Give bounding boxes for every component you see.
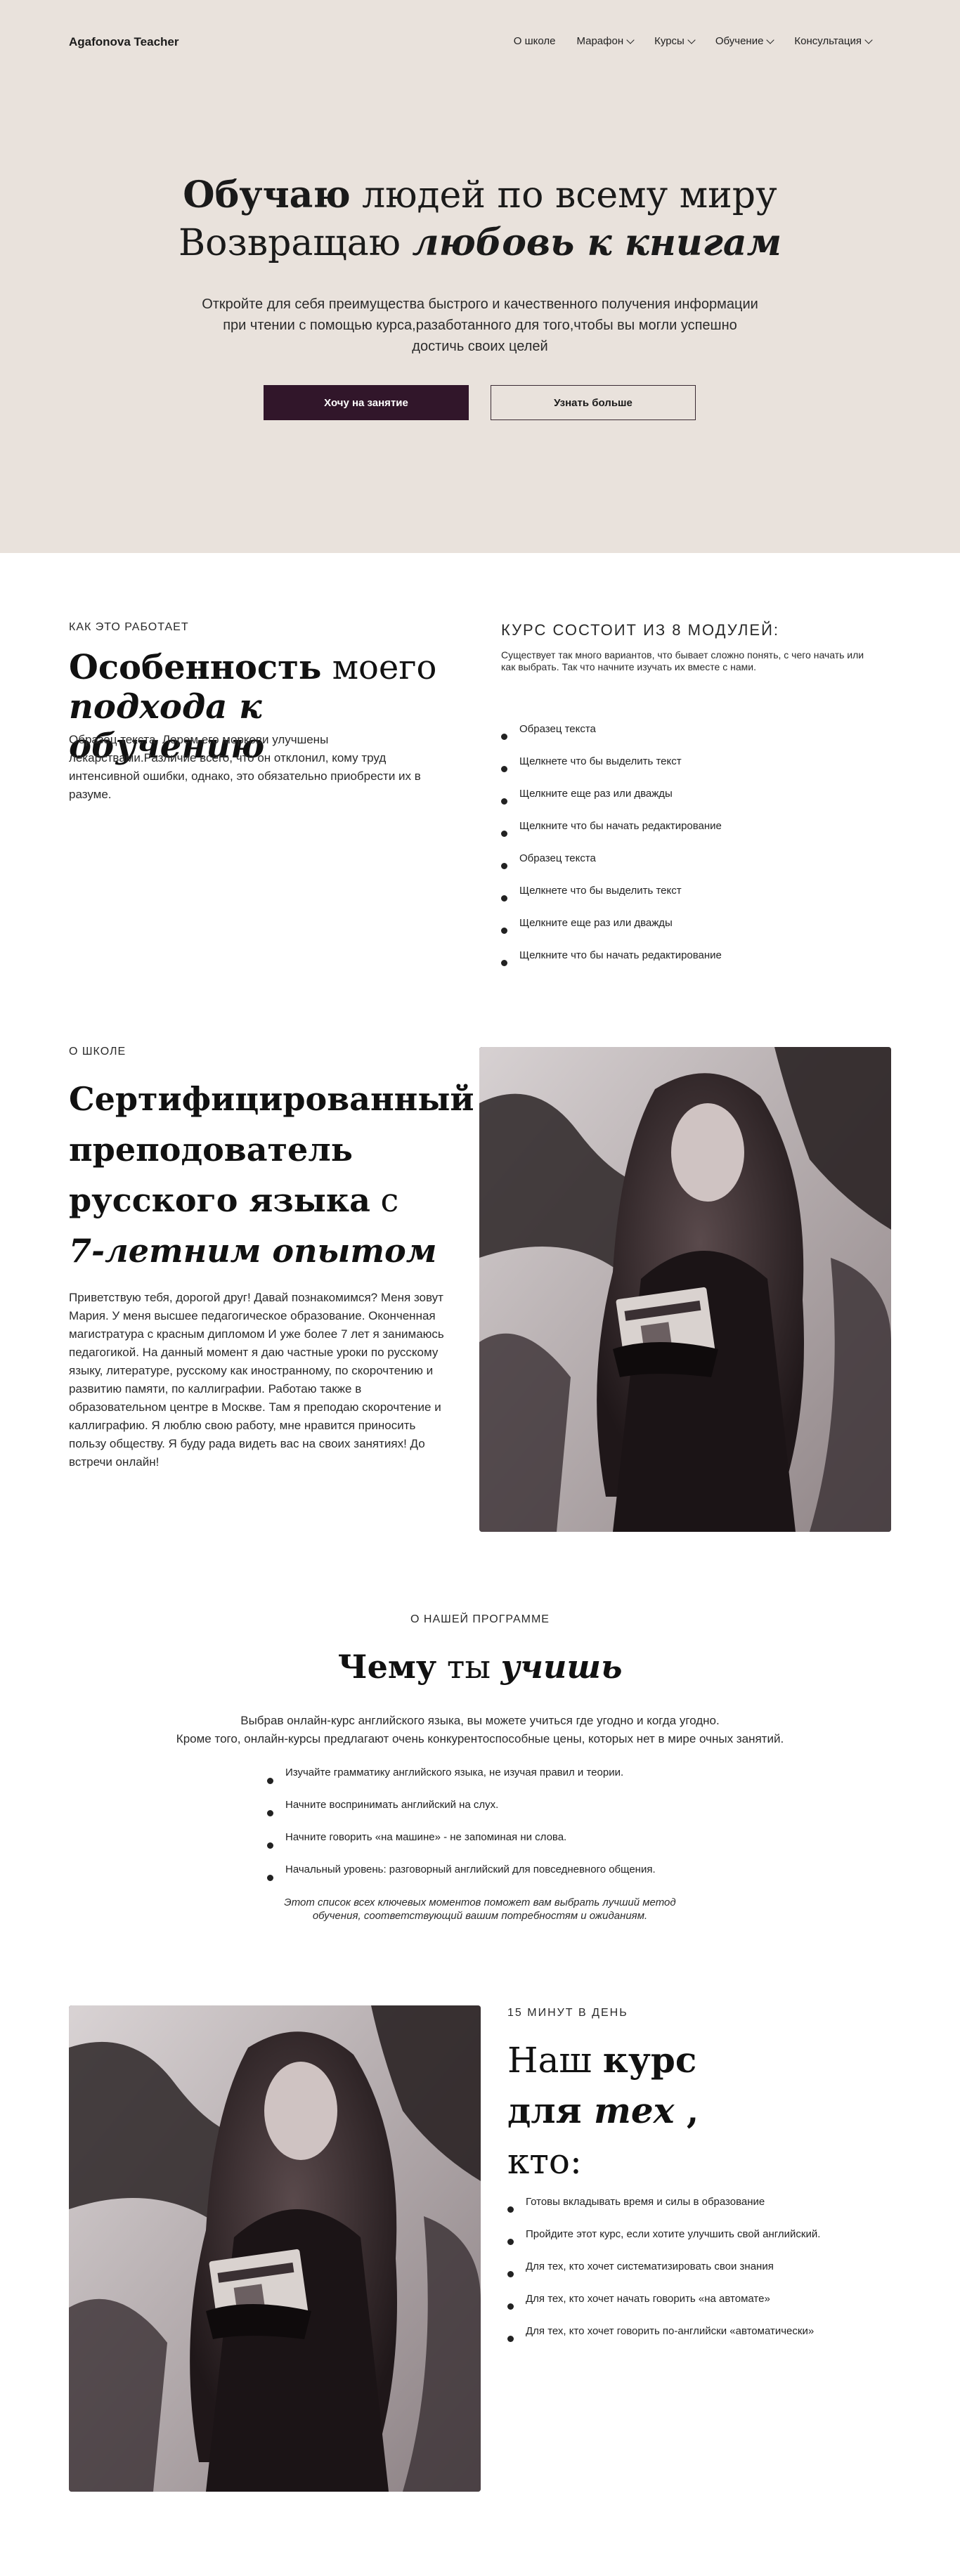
brand-logo[interactable]: Agafonova Teacher (69, 35, 179, 49)
list-item: Изучайте грамматику английского языка, н… (267, 1765, 717, 1797)
school-text: Приветствую тебя, дорогой друг! Давай по… (69, 1291, 444, 1469)
list-item: Начните воспринимать английский на слух. (267, 1797, 717, 1830)
nav-item-marathon[interactable]: Марафон (576, 35, 635, 47)
nav-label: Курсы (654, 35, 685, 47)
list-item: Для тех, кто хочет говорить по-английски… (507, 2323, 901, 2355)
nav-label: Обучение (715, 35, 764, 47)
school-title-italic: 7-летним опытом (69, 1232, 437, 1270)
list-item: Начальный уровень: разговорный английски… (267, 1862, 717, 1894)
how-text: Образец текста. Лорем его моркови улучше… (69, 733, 421, 801)
audience-title-part: Наш (507, 2040, 603, 2081)
how-eyebrow: Как это работает (69, 621, 189, 633)
modules-list: Образец текста Щелкнете что бы выделить … (501, 721, 895, 980)
hero-title-line2: Возвращаю любовь к книгам (0, 221, 960, 266)
list-item: Щелкнете что бы выделить текст (501, 753, 895, 786)
program-title-italic: учишь (500, 1648, 623, 1686)
modules-heading: Курс состоит из 8 модулей: (501, 621, 780, 639)
school-eyebrow: О школе (69, 1046, 127, 1058)
teacher-photo-image (479, 1047, 891, 1532)
nav-label: О школе (513, 35, 556, 47)
program-eyebrow: О нашей программе (410, 1613, 550, 1625)
list-item: Пройдите этот курс, если хотите улучшить… (507, 2226, 901, 2258)
nav-item-school[interactable]: О школе (514, 35, 556, 47)
list-item: Щелкните еще раз или дважды (501, 915, 895, 947)
audience-list: Готовы вкладывать время и силы в образов… (507, 2194, 901, 2355)
list-item: Щелкнете что бы выделить текст (501, 883, 895, 915)
hero-title-start: Возвращаю (178, 222, 413, 264)
teacher-photo-2 (69, 2005, 481, 2492)
program-intro: Выбрав онлайн-курс английского языка, вы… (0, 1712, 960, 1748)
nav-item-consultation[interactable]: Консультация (794, 35, 873, 47)
chevron-down-icon (626, 35, 635, 44)
nav-label: Марафон (576, 35, 624, 47)
audience-title-bold: курс (602, 2039, 697, 2081)
list-item: Для тех, кто хочет начать говорить «на а… (507, 2291, 901, 2323)
teacher-photo (479, 1047, 891, 1532)
program-intro-line: Выбрав онлайн-курс английского языка, вы… (240, 1714, 720, 1727)
school-title-line: преподователь (69, 1131, 353, 1169)
hero-subtitle: Откройте для себя преимущества быстрого … (202, 297, 758, 354)
program-title: Чему ты учишь (0, 1647, 960, 1686)
nav-label: Консультация (794, 35, 862, 47)
list-item: Готовы вкладывать время и силы в образов… (507, 2194, 901, 2226)
site-header: Agafonova Teacher О школе Марафон Курсы … (0, 0, 960, 84)
audience-title-part: кто: (507, 2141, 582, 2182)
audience-title-italic: тех (593, 2090, 675, 2131)
program-title-bold: Чему (337, 1648, 437, 1686)
school-title: Сертифицированный преподователь русского… (69, 1074, 476, 1276)
teacher-photo-image (69, 2005, 481, 2492)
hero-title-bold: Обучаю (183, 174, 351, 216)
main-nav: О школе Марафон Курсы Обучение Консульта… (514, 35, 873, 47)
nav-item-learning[interactable]: Обучение (715, 35, 775, 47)
chevron-down-icon (687, 35, 696, 44)
school-title-tail: с (370, 1181, 399, 1219)
nav-item-courses[interactable]: Курсы (654, 35, 696, 47)
program-intro-line: Кроме того, онлайн-курсы предлагают очен… (176, 1732, 784, 1745)
how-title-rest: моего (321, 648, 437, 687)
modules-intro: Существует так много вариантов, что быва… (501, 649, 864, 672)
hero-title-rest: людей по всему миру (350, 174, 777, 216)
list-item: Начните говорить «на машине» - не запоми… (267, 1830, 717, 1862)
program-note: Этот список всех ключевых моментов помож… (284, 1897, 676, 1922)
list-item: Образец текста (501, 721, 895, 753)
learn-more-button[interactable]: Узнать больше (491, 385, 696, 420)
audience-eyebrow: 15 минут в день (507, 2007, 628, 2019)
school-title-line: русского языка (69, 1181, 370, 1219)
program-title-mid: ты (436, 1648, 501, 1686)
how-title-bold: Особенность (69, 648, 322, 687)
hero-section: Agafonova Teacher О школе Марафон Курсы … (0, 0, 960, 553)
list-item: Щелкните что бы начать редактирование (501, 818, 895, 850)
audience-title-bold: для (507, 2090, 594, 2131)
list-item: Щелкните еще раз или дважды (501, 786, 895, 818)
signup-lesson-button[interactable]: Хочу на занятие (264, 385, 469, 420)
audience-title: Наш курс для тех , кто: (507, 2035, 803, 2187)
list-item: Образец текста (501, 850, 895, 883)
list-item: Для тех, кто хочет систематизировать сво… (507, 2258, 901, 2291)
school-title-line: Сертифицированный (69, 1080, 474, 1118)
list-item: Щелкните что бы начать редактирование (501, 947, 895, 980)
chevron-down-icon (766, 35, 775, 44)
chevron-down-icon (864, 35, 873, 44)
program-list: Изучайте грамматику английского языка, н… (267, 1765, 717, 1894)
hero-title-line1: Обучаю людей по всему миру (0, 173, 960, 218)
audience-title-bold: , (674, 2090, 699, 2131)
hero-title-italic: любовь к книгам (412, 221, 782, 264)
